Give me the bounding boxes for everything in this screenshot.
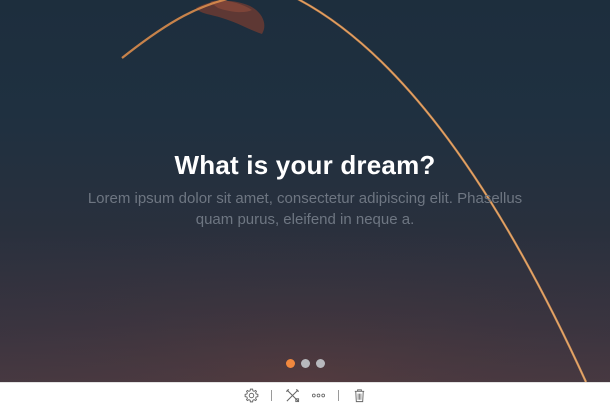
pagination-dot-2[interactable]: [300, 359, 310, 368]
slide-title: What is your dream?: [174, 150, 436, 180]
settings-button[interactable]: [240, 384, 262, 406]
hero-slide: What is your dream? Lorem ipsum dolor si…: [0, 0, 610, 382]
delete-button[interactable]: [348, 384, 370, 406]
pagination-dot-3[interactable]: [315, 359, 325, 368]
gear-icon: [244, 388, 258, 402]
tools-button[interactable]: [281, 384, 303, 406]
crossed-tools-icon: [285, 388, 299, 402]
toolbar-divider: [271, 389, 272, 401]
slide-subtitle: Lorem ipsum dolor sit amet, consectetur …: [87, 190, 523, 228]
slide-pagination: [0, 359, 610, 368]
trash-icon: [354, 388, 364, 402]
toolbar-divider: [338, 389, 339, 401]
more-options-button[interactable]: [307, 384, 329, 406]
more-icon: [311, 393, 325, 397]
pagination-dot-1[interactable]: [285, 359, 295, 368]
editor-toolbar: [0, 382, 610, 407]
